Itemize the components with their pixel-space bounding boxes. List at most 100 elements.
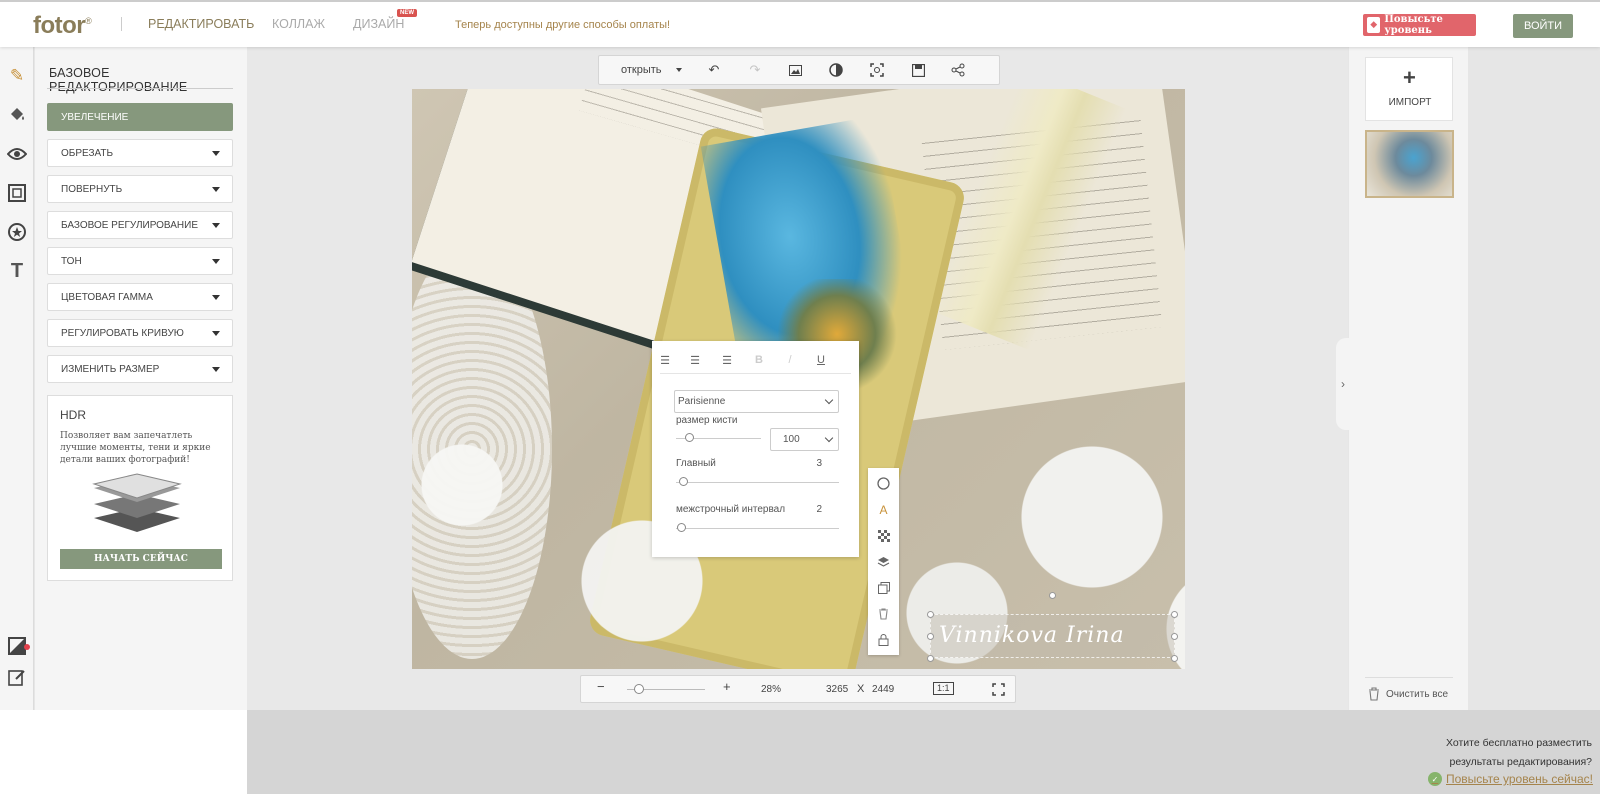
fullscreen-icon[interactable]	[992, 683, 1005, 699]
font-select[interactable]: Parisienne	[674, 390, 839, 413]
footer-promo-line2: результаты редактирования?	[1449, 756, 1592, 768]
undo-icon[interactable]: ↶	[706, 62, 722, 78]
basic-edit-panel: БАЗОВОЕ РЕДАКТОРИРОВАНИЕ УВЕЛЕЧЕНИЕ ОБРЕ…	[35, 47, 247, 710]
caret-down-icon	[212, 331, 220, 336]
plus-icon: +	[1403, 65, 1416, 90]
resize-handle[interactable]	[1171, 633, 1178, 640]
italic-icon[interactable]: /	[783, 354, 797, 366]
eye-icon[interactable]	[6, 143, 28, 165]
nav-collage[interactable]: КОЛЛАЖ	[272, 17, 325, 31]
zoom-percent: 28%	[761, 684, 782, 695]
frame-icon[interactable]	[6, 182, 28, 204]
caret-down-icon	[212, 367, 220, 372]
line-spacing-knob[interactable]	[677, 523, 686, 532]
text-layer-box[interactable]: Vinnikova Irina	[930, 614, 1175, 658]
popup-divider	[660, 373, 851, 374]
main-knob[interactable]	[679, 477, 688, 486]
brush-size-knob[interactable]	[685, 433, 694, 442]
menu-color[interactable]: ЦВЕТОВАЯ ГАММА	[47, 283, 233, 311]
import-label: ИМПОРТ	[1388, 97, 1432, 108]
underline-icon[interactable]: U	[814, 354, 828, 366]
resize-handle[interactable]	[927, 655, 934, 662]
actual-size-button[interactable]: 1:1	[933, 682, 954, 695]
caret-down-icon	[212, 223, 220, 228]
caret-down-icon	[212, 259, 220, 264]
nav-edit[interactable]: РЕДАКТИРОВАТЬ	[148, 17, 254, 31]
delete-icon[interactable]	[876, 606, 891, 621]
trash-icon	[1369, 687, 1379, 701]
hdr-card: HDR Позволяет вам запечатлеть лучшие мом…	[47, 395, 233, 581]
lock-icon[interactable]	[876, 632, 891, 647]
zoom-knob[interactable]	[634, 684, 644, 694]
open-menu[interactable]: открыть	[621, 64, 662, 76]
zoom-bar: − + 28% 3265 X 2449 1:1	[580, 675, 1016, 703]
footer-promo-line1: Хотите бесплатно разместить	[1445, 737, 1592, 749]
resize-handle[interactable]	[1171, 611, 1178, 618]
zoom-in-button[interactable]: +	[723, 679, 731, 694]
notification-dot	[24, 644, 30, 650]
share-icon[interactable]	[950, 62, 966, 78]
resize-handle[interactable]	[927, 633, 934, 640]
rotate-handle[interactable]	[1049, 592, 1056, 599]
menu-zoom[interactable]: УВЕЛЕЧЕНИЕ	[47, 103, 233, 131]
diamond-icon: ◆	[1367, 17, 1381, 33]
menu-tone[interactable]: ТОН	[47, 247, 233, 275]
editor-toolbar: открыть ↶ ↷	[598, 55, 1000, 85]
fotor-logo[interactable]: fotor®	[33, 12, 92, 40]
import-button[interactable]: + ИМПОРТ	[1365, 57, 1453, 121]
shape-circle-icon[interactable]	[876, 476, 891, 491]
pencil-icon[interactable]: ✎	[6, 65, 28, 87]
panel-divider	[47, 88, 233, 89]
top-bar: fotor® РЕДАКТИРОВАТЬ КОЛЛАЖ ДИЗАЙН NEW Т…	[0, 0, 1600, 47]
upgrade-now-link[interactable]: ✓ Повысьте уровень сейчас!	[1428, 772, 1593, 786]
chevron-right-icon: ›	[1341, 377, 1345, 391]
chevron-down-icon	[824, 395, 834, 405]
watermark-text[interactable]: Vinnikova Irina	[939, 623, 1125, 648]
login-button[interactable]: ВОЙТИ	[1513, 14, 1573, 38]
compare-icon[interactable]	[828, 62, 844, 78]
fit-screen-icon[interactable]	[869, 62, 885, 78]
resize-handle[interactable]	[927, 611, 934, 618]
chevron-down-icon	[824, 433, 834, 443]
menu-rotate[interactable]: ПОВЕРНУТЬ	[47, 175, 233, 203]
payment-promo-link[interactable]: Теперь доступны другие способы оплаты!	[455, 19, 670, 31]
main-track[interactable]	[676, 482, 839, 483]
edit-note-icon[interactable]	[6, 666, 28, 688]
redo-icon[interactable]: ↷	[747, 62, 763, 78]
texture-icon[interactable]	[876, 528, 891, 543]
clear-all-button[interactable]: Очистить все	[1368, 687, 1448, 701]
menu-resize[interactable]: ИЗМЕНИТЬ РАЗМЕР	[47, 355, 233, 383]
nav-design[interactable]: ДИЗАЙН	[353, 17, 404, 31]
zoom-out-button[interactable]: −	[597, 679, 605, 694]
nav-divider	[121, 17, 122, 31]
photo-thumbnail[interactable]	[1365, 130, 1454, 198]
menu-crop[interactable]: ОБРЕЗАТЬ	[47, 139, 233, 167]
main-label: Главный	[676, 458, 716, 469]
align-center-icon[interactable]: ☰	[688, 354, 702, 367]
paint-bucket-icon[interactable]	[6, 104, 28, 126]
layers-icon[interactable]	[876, 554, 891, 569]
upgrade-button[interactable]: ◆ Повысьте уровень	[1363, 14, 1476, 36]
caret-down-icon[interactable]	[676, 68, 682, 72]
menu-basic-adjust[interactable]: БАЗОВОЕ РЕГУЛИРОВАНИЕ	[47, 211, 233, 239]
right-panel-divider	[1365, 677, 1453, 678]
layer-tools: A	[868, 468, 899, 655]
text-settings-popup: ☰ ☰ ☰ B / U Parisienne размер кисти 100 …	[652, 341, 859, 557]
resize-handle[interactable]	[1171, 655, 1178, 662]
line-spacing-track[interactable]	[676, 528, 839, 529]
line-spacing-value: 2	[816, 504, 822, 515]
brush-size-select[interactable]: 100	[770, 428, 839, 451]
menu-curves[interactable]: РЕГУЛИРОВАТЬ КРИВУЮ	[47, 319, 233, 347]
main-value: 3	[816, 458, 822, 469]
align-left-icon[interactable]: ☰	[658, 354, 672, 367]
sticker-icon[interactable]	[6, 221, 28, 243]
duplicate-icon[interactable]	[876, 580, 891, 595]
save-icon[interactable]	[910, 62, 926, 78]
align-right-icon[interactable]: ☰	[720, 354, 734, 367]
image-icon[interactable]	[787, 62, 803, 78]
start-now-button[interactable]: НАЧАТЬ СЕЙЧАС	[60, 549, 222, 569]
collapse-panel-tab[interactable]: ›	[1336, 338, 1350, 430]
text-icon[interactable]: T	[6, 260, 28, 282]
text-color-icon[interactable]: A	[876, 502, 891, 517]
bold-icon[interactable]: B	[752, 354, 766, 366]
